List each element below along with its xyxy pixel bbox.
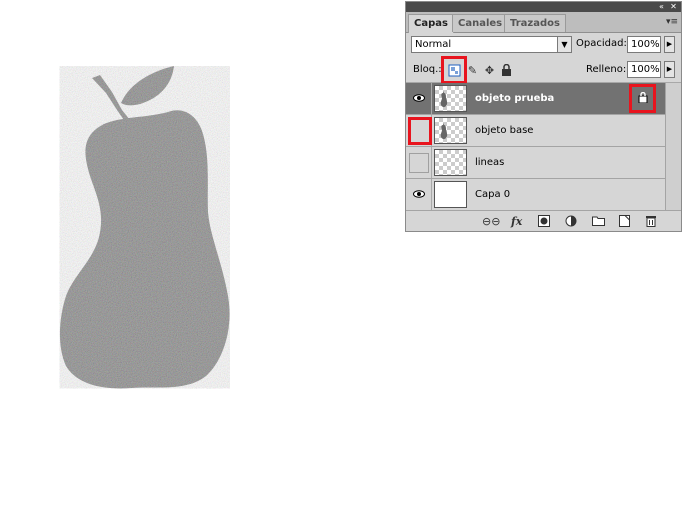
trash-icon[interactable] bbox=[646, 215, 656, 228]
layers-list: objeto prueba objeto base lineas Capa 0 bbox=[406, 83, 665, 211]
layer-row-objeto-base[interactable]: objeto base bbox=[406, 115, 665, 147]
layers-panel: « ✕ Capas Canales Trazados ▾≡ Normal ▼ O… bbox=[405, 1, 682, 232]
layer-thumbnail[interactable] bbox=[434, 117, 467, 144]
panel-tabs: Capas Canales Trazados ▾≡ bbox=[406, 12, 681, 33]
panel-menu-icon[interactable]: ▾≡ bbox=[666, 16, 678, 28]
chevron-down-icon[interactable]: ▼ bbox=[557, 37, 571, 52]
pear-artwork bbox=[59, 66, 230, 389]
panel-bottom-toolbar: ⊖⊖ fx bbox=[406, 210, 681, 232]
blend-mode-value: Normal bbox=[415, 39, 452, 50]
layer-thumbnail[interactable] bbox=[434, 85, 467, 112]
visibility-toggle-empty[interactable] bbox=[409, 153, 429, 173]
fill-label: Relleno: bbox=[586, 64, 627, 75]
layer-name[interactable]: lineas bbox=[475, 157, 504, 168]
lock-all-icon[interactable] bbox=[500, 63, 513, 77]
divider bbox=[431, 147, 432, 178]
mask-icon[interactable] bbox=[538, 215, 550, 228]
blend-mode-select[interactable]: Normal ▼ bbox=[411, 36, 572, 53]
new-layer-icon[interactable] bbox=[619, 215, 630, 228]
pear-thumb-icon bbox=[440, 123, 448, 140]
document-canvas[interactable] bbox=[0, 0, 400, 516]
layer-thumbnail[interactable] bbox=[434, 181, 467, 208]
collapse-icon[interactable]: « bbox=[656, 2, 667, 12]
link-icon[interactable]: ⊖⊖ bbox=[482, 215, 500, 228]
layer-row-lineas[interactable]: lineas bbox=[406, 147, 665, 179]
blend-opacity-row: Normal ▼ Opacidad: 100% ▶ bbox=[406, 33, 681, 57]
tab-trazados[interactable]: Trazados bbox=[504, 14, 566, 32]
tab-canales[interactable]: Canales bbox=[452, 14, 509, 32]
layer-name[interactable]: Capa 0 bbox=[475, 189, 510, 200]
eye-icon[interactable] bbox=[409, 185, 429, 205]
close-icon[interactable]: ✕ bbox=[668, 2, 679, 12]
divider bbox=[431, 179, 432, 210]
adjustment-icon[interactable] bbox=[565, 215, 577, 228]
fill-input[interactable]: 100% bbox=[627, 61, 661, 78]
fx-icon[interactable]: fx bbox=[511, 215, 522, 228]
tab-capas[interactable]: Capas bbox=[408, 14, 454, 33]
highlight-visibility bbox=[408, 117, 432, 145]
lock-position-icon[interactable]: ✥ bbox=[483, 64, 496, 77]
opacity-slider-arrow-icon[interactable]: ▶ bbox=[664, 36, 675, 53]
pear-body bbox=[59, 110, 230, 389]
layers-scrollbar[interactable] bbox=[665, 83, 681, 210]
pear-thumb-icon bbox=[440, 91, 448, 108]
divider bbox=[431, 83, 432, 114]
highlight-lock-transparency bbox=[441, 56, 467, 84]
lock-fill-row: Bloq.: ✎ ✥ Relleno: 100% ▶ bbox=[406, 56, 681, 84]
folder-icon[interactable] bbox=[592, 215, 605, 228]
layer-thumbnail[interactable] bbox=[434, 149, 467, 176]
opacity-input[interactable]: 100% bbox=[627, 36, 661, 53]
panel-titlebar: « ✕ bbox=[406, 2, 681, 12]
highlight-layer-lock bbox=[629, 84, 656, 113]
layer-name[interactable]: objeto base bbox=[475, 125, 533, 136]
lock-image-pixels-icon[interactable]: ✎ bbox=[466, 64, 479, 77]
layer-row-objeto-prueba[interactable]: objeto prueba bbox=[406, 83, 665, 115]
layer-row-capa-0[interactable]: Capa 0 bbox=[406, 179, 665, 211]
fill-slider-arrow-icon[interactable]: ▶ bbox=[664, 61, 675, 78]
eye-icon[interactable] bbox=[409, 89, 429, 109]
layer-name[interactable]: objeto prueba bbox=[475, 93, 554, 104]
opacity-label: Opacidad: bbox=[576, 38, 627, 49]
pear-leaf bbox=[121, 66, 174, 106]
lock-label: Bloq.: bbox=[413, 64, 442, 75]
